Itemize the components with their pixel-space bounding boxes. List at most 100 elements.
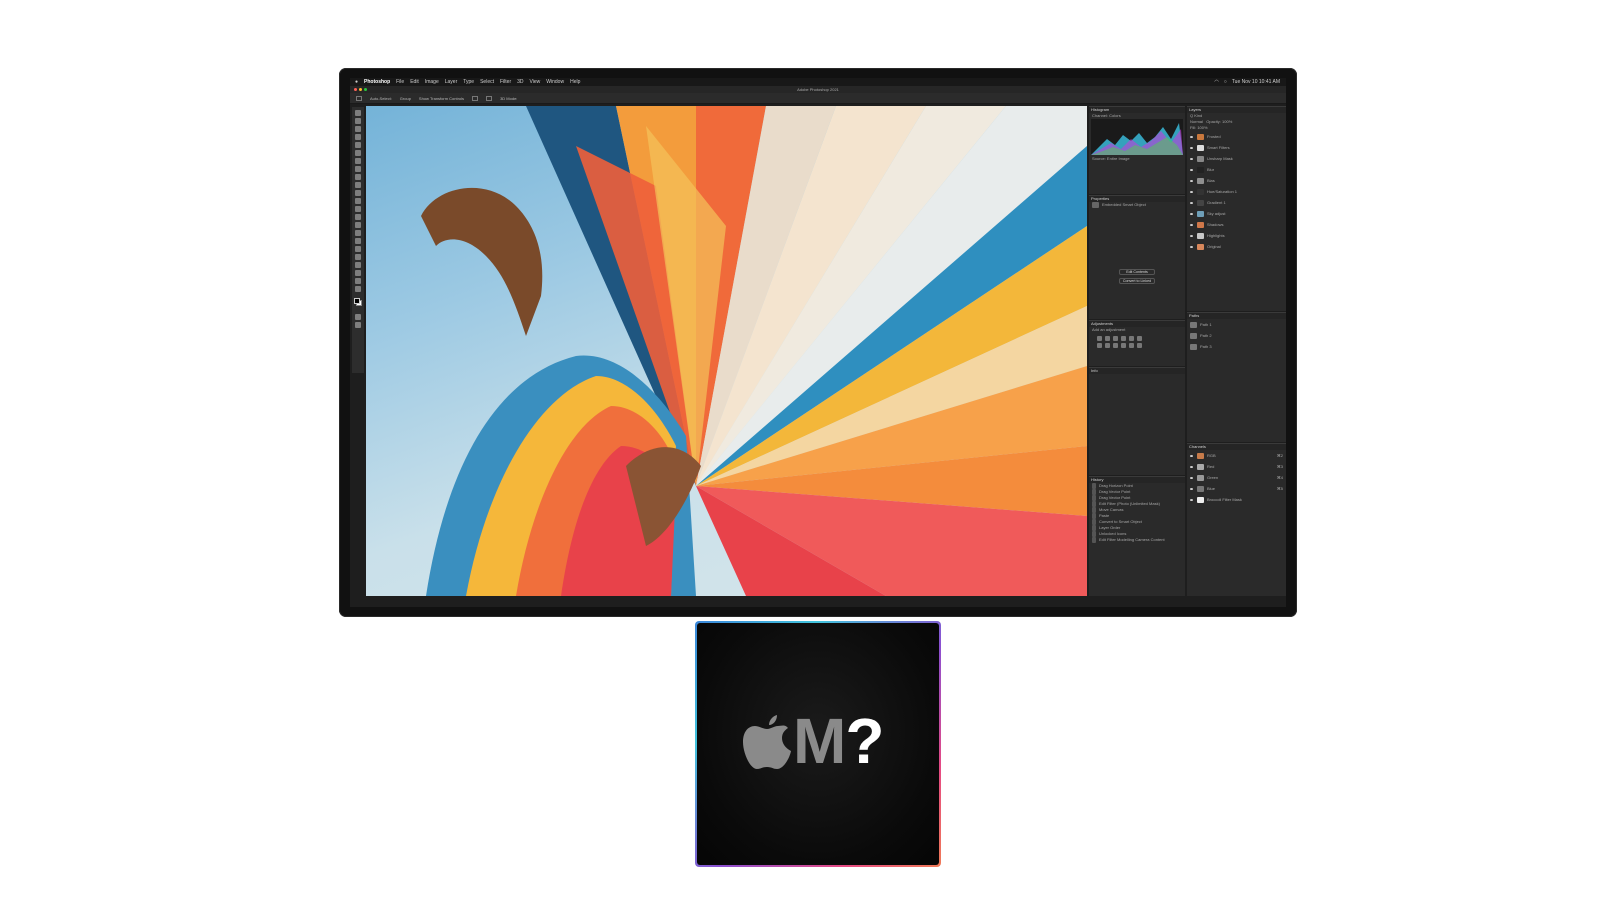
eye-icon[interactable]	[1190, 487, 1193, 490]
path-row[interactable]: Path 2	[1187, 330, 1286, 341]
dodge-tool-icon[interactable]	[355, 222, 361, 228]
blur-tool-icon[interactable]	[355, 214, 361, 220]
apple-menu-icon[interactable]: ●	[355, 79, 358, 85]
menu-help[interactable]: Help	[570, 79, 580, 85]
channel-row[interactable]: RGB ⌘2	[1187, 450, 1286, 461]
channel-row[interactable]: Red ⌘3	[1187, 461, 1286, 472]
eye-icon[interactable]	[1190, 465, 1193, 468]
close-icon[interactable]	[354, 88, 357, 91]
eraser-tool-icon[interactable]	[355, 198, 361, 204]
blend-mode-select[interactable]: Normal	[1190, 119, 1203, 124]
layer-filter-kind[interactable]: Q Kind	[1190, 113, 1202, 118]
eye-icon[interactable]	[1190, 212, 1193, 215]
minimize-icon[interactable]	[359, 88, 362, 91]
type-tool-icon[interactable]	[355, 238, 361, 244]
path-row[interactable]: Path 1	[1187, 319, 1286, 330]
levels-icon[interactable]	[1105, 336, 1110, 341]
move-tool-icon[interactable]	[355, 110, 361, 116]
path-select-tool-icon[interactable]	[355, 246, 361, 252]
history-item[interactable]: Edit Filter Modelling Camera Content	[1089, 537, 1185, 543]
menu-3d[interactable]: 3D	[517, 79, 523, 85]
search-icon[interactable]: ○	[1224, 79, 1227, 85]
history-brush-tool-icon[interactable]	[355, 190, 361, 196]
distribute-icon[interactable]	[486, 95, 493, 101]
wifi-icon[interactable]: ◠	[1214, 79, 1218, 85]
layer-row[interactable]: Shadows	[1187, 219, 1286, 230]
edit-contents-button[interactable]: Edit Contents	[1119, 269, 1155, 275]
show-transform-checkbox[interactable]: Show Transform Controls	[419, 96, 464, 101]
menu-edit[interactable]: Edit	[410, 79, 419, 85]
menu-filter[interactable]: Filter	[500, 79, 511, 85]
eye-icon[interactable]	[1190, 168, 1193, 171]
layer-row[interactable]: Bias	[1187, 175, 1286, 186]
stamp-tool-icon[interactable]	[355, 182, 361, 188]
color-lookup-icon[interactable]	[1129, 343, 1134, 348]
exposure-icon[interactable]	[1121, 336, 1126, 341]
eyedropper-tool-icon[interactable]	[355, 158, 361, 164]
eye-icon[interactable]	[1190, 234, 1193, 237]
menu-app-name[interactable]: Photoshop	[364, 79, 390, 85]
healing-brush-tool-icon[interactable]	[355, 166, 361, 172]
channel-select[interactable]: Colors	[1109, 113, 1121, 118]
layer-row[interactable]: Hue/Saturation 1	[1187, 186, 1286, 197]
clock[interactable]: Tue Nov 10 10:41 AM	[1232, 79, 1280, 85]
menu-image[interactable]: Image	[425, 79, 439, 85]
curves-icon[interactable]	[1113, 336, 1118, 341]
rectangle-tool-icon[interactable]	[355, 254, 361, 260]
menu-view[interactable]: View	[530, 79, 541, 85]
menu-type[interactable]: Type	[463, 79, 474, 85]
layer-row[interactable]: Original	[1187, 241, 1286, 252]
magic-wand-tool-icon[interactable]	[355, 134, 361, 140]
channel-row[interactable]: Blue ⌘5	[1187, 483, 1286, 494]
layer-row[interactable]: Sky adjust	[1187, 208, 1286, 219]
channel-row[interactable]: Green ⌘4	[1187, 472, 1286, 483]
channel-row[interactable]: Broccoli Filter Mask	[1187, 494, 1286, 505]
invert-icon[interactable]	[1137, 343, 1142, 348]
fill-field[interactable]: Fill: 100%	[1190, 125, 1208, 130]
layer-row[interactable]: Unsharp Mask	[1187, 153, 1286, 164]
menu-layer[interactable]: Layer	[445, 79, 458, 85]
layer-row[interactable]: Frosted	[1187, 131, 1286, 142]
eye-icon[interactable]	[1190, 454, 1193, 457]
zoom-icon[interactable]	[364, 88, 367, 91]
align-icon[interactable]	[472, 95, 479, 101]
convert-linked-button[interactable]: Convert to Linked	[1119, 278, 1155, 284]
eye-icon[interactable]	[1190, 476, 1193, 479]
edit-toolbar-icon[interactable]	[355, 286, 361, 292]
gradient-tool-icon[interactable]	[355, 206, 361, 212]
color-swatches[interactable]	[354, 298, 362, 306]
foreground-color-swatch[interactable]	[354, 298, 360, 304]
frame-tool-icon[interactable]	[355, 150, 361, 156]
quick-mask-icon[interactable]	[355, 314, 361, 320]
eye-icon[interactable]	[1190, 201, 1193, 204]
layer-row[interactable]: Blur	[1187, 164, 1286, 175]
eye-icon[interactable]	[1190, 498, 1193, 501]
pen-tool-icon[interactable]	[355, 230, 361, 236]
eye-icon[interactable]	[1190, 157, 1193, 160]
channel-mixer-icon[interactable]	[1121, 343, 1126, 348]
eye-icon[interactable]	[1190, 135, 1193, 138]
crop-tool-icon[interactable]	[355, 142, 361, 148]
eye-icon[interactable]	[1190, 223, 1193, 226]
brightness-icon[interactable]	[1097, 336, 1102, 341]
photo-filter-icon[interactable]	[1113, 343, 1118, 348]
marquee-tool-icon[interactable]	[355, 118, 361, 124]
document-canvas[interactable]	[366, 106, 1087, 596]
hand-tool-icon[interactable]	[355, 262, 361, 268]
eye-icon[interactable]	[1190, 245, 1193, 248]
layer-row[interactable]: Gradient 1	[1187, 197, 1286, 208]
menu-file[interactable]: File	[396, 79, 404, 85]
layer-row[interactable]: Highlights	[1187, 230, 1286, 241]
eye-icon[interactable]	[1190, 179, 1193, 182]
target-select[interactable]: Group	[400, 96, 411, 101]
move-tool-icon[interactable]	[356, 95, 362, 101]
vibrance-icon[interactable]	[1129, 336, 1134, 341]
menu-window[interactable]: Window	[546, 79, 564, 85]
zoom-tool-icon[interactable]	[355, 270, 361, 276]
brush-tool-icon[interactable]	[355, 174, 361, 180]
opacity-field[interactable]: Opacity: 100%	[1206, 119, 1232, 124]
color-balance-icon[interactable]	[1097, 343, 1102, 348]
path-row[interactable]: Path 3	[1187, 341, 1286, 352]
lasso-tool-icon[interactable]	[355, 126, 361, 132]
screen-mode-icon[interactable]	[355, 322, 361, 328]
